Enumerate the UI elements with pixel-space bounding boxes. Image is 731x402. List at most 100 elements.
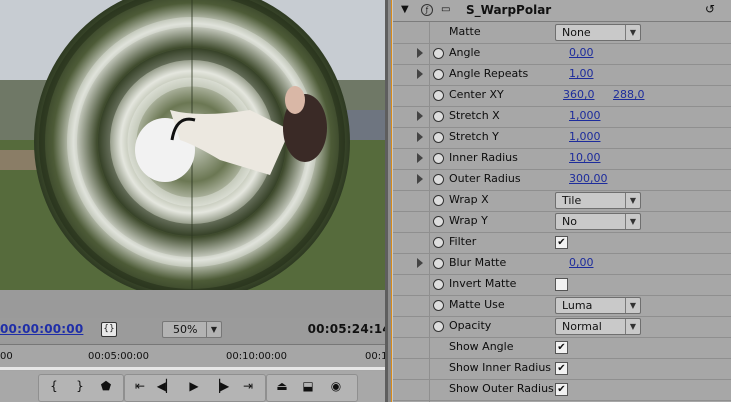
twirl-icon[interactable] [417,111,423,121]
param-checkbox[interactable]: ✔ [555,362,568,375]
param-dropdown[interactable]: Normal ▼ [555,318,641,335]
effect-controls-panel: ▼ ƒ ▭ S_WarpPolar ↺ Matte None ▼ Angle 0,00 A… [392,0,731,402]
chevron-down-icon: ▼ [625,298,640,313]
extract-icon[interactable]: ⬓ [296,376,320,396]
effect-header: ▼ ƒ ▭ S_WarpPolar ↺ [393,0,731,22]
twirl-open-icon[interactable]: ▼ [401,4,409,15]
param-label: Outer Radius [449,172,521,185]
video-preview[interactable] [0,0,385,290]
stopwatch-icon[interactable] [433,258,444,269]
panel-divider[interactable] [385,0,388,402]
current-timecode[interactable]: 00:00:00:00 [0,322,83,336]
reset-icon[interactable]: ↺ [705,2,715,16]
param-label: Matte [449,25,481,38]
dropdown-value: Normal [562,320,602,333]
play-icon[interactable]: ▶ [182,376,206,396]
param-label: Show Angle [449,340,514,353]
param-row-blur-matte: Blur Matte 0,00 [393,253,731,275]
timeline-track[interactable] [0,367,385,370]
goto-in-icon[interactable]: ⇤ [128,376,152,396]
time-ruler[interactable]: 00 00:05:00:00 00:10:00:00 00:1 [0,344,387,371]
chevron-down-icon: ▼ [206,322,221,337]
param-row-show-angle: Show Angle ✔ [393,337,731,359]
output-icon[interactable]: ◉ [324,376,348,396]
program-monitor: 00:00:00:00 {} 50% ▼ 00:05:24:14 00 00:0… [0,0,388,402]
step-forward-icon[interactable]: ▕▶ [208,376,232,396]
safe-margins-button[interactable]: {} [101,322,117,337]
param-dropdown[interactable]: Tile ▼ [555,192,641,209]
param-value[interactable]: 1,000 [569,130,601,143]
stopwatch-icon[interactable] [433,300,444,311]
param-dropdown[interactable]: Luma ▼ [555,297,641,314]
param-value-y[interactable]: 288,0 [613,88,645,101]
param-checkbox[interactable] [555,278,568,291]
twirl-icon[interactable] [417,69,423,79]
dropdown-value: No [562,215,577,228]
warped-video-frame [0,0,385,290]
stopwatch-icon[interactable] [433,237,444,248]
stopwatch-icon[interactable] [433,216,444,227]
param-checkbox[interactable]: ✔ [555,236,568,249]
ruler-label: 00:10:00:00 [226,351,288,362]
param-value[interactable]: 360,0 [563,88,595,101]
stopwatch-icon[interactable] [433,48,444,59]
param-row-center-xy: Center XY 360,0 288,0 [393,85,731,107]
param-dropdown[interactable]: None ▼ [555,24,641,41]
param-value[interactable]: 1,00 [569,67,594,80]
stopwatch-icon[interactable] [433,174,444,185]
param-label: Invert Matte [449,277,517,290]
dropdown-value: Tile [562,194,582,207]
fx-toggle-icon[interactable]: ƒ [421,4,433,16]
param-row-stretch-y: Stretch Y 1,000 [393,127,731,149]
stopwatch-icon[interactable] [433,111,444,122]
twirl-icon[interactable] [417,258,423,268]
param-checkbox[interactable]: ✔ [555,341,568,354]
param-value[interactable]: 0,00 [569,256,594,269]
timecode-bar: 00:00:00:00 {} 50% ▼ 00:05:24:14 [0,318,388,342]
param-label: Angle Repeats [449,67,529,80]
param-value[interactable]: 1,000 [569,109,601,122]
mark-in-icon[interactable]: { [42,376,66,396]
stopwatch-icon[interactable] [433,132,444,143]
twirl-icon[interactable] [417,48,423,58]
param-row-wrap-x: Wrap X Tile ▼ [393,190,731,212]
param-dropdown[interactable]: No ▼ [555,213,641,230]
param-value[interactable]: 10,00 [569,151,601,164]
param-label: Filter [449,235,477,248]
param-row-stretch-x: Stretch X 1,000 [393,106,731,128]
param-row-invert-matte: Invert Matte [393,274,731,296]
stopwatch-icon[interactable] [433,321,444,332]
param-label: Angle [449,46,481,59]
lift-icon[interactable]: ⏏ [270,376,294,396]
param-row-filter: Filter ✔ [393,232,731,254]
param-checkbox[interactable]: ✔ [555,383,568,396]
param-label: Wrap X [449,193,489,206]
twirl-icon[interactable] [417,153,423,163]
stopwatch-icon[interactable] [433,90,444,101]
stopwatch-icon[interactable] [433,279,444,290]
param-row-wrap-y: Wrap Y No ▼ [393,211,731,233]
twirl-icon[interactable] [417,132,423,142]
step-back-icon[interactable]: ◀▏ [154,376,178,396]
stopwatch-icon[interactable] [433,195,444,206]
zoom-value: 50% [173,323,198,336]
chevron-down-icon: ▼ [625,25,640,40]
chevron-down-icon: ▼ [625,193,640,208]
mark-out-icon[interactable]: } [68,376,92,396]
stopwatch-icon[interactable] [433,69,444,80]
param-row-angle-repeats: Angle Repeats 1,00 [393,64,731,86]
dropdown-value: Luma [562,299,593,312]
param-value[interactable]: 300,00 [569,172,608,185]
chevron-down-icon: ▼ [625,214,640,229]
param-label: Center XY [449,88,504,101]
transport-controls: { } ⬟ ⇤ ◀▏ ▶ ▕▶ ⇥ ⏏ ⬓ ◉ [0,371,385,402]
marker-icon[interactable]: ⬟ [94,376,118,396]
twirl-icon[interactable] [417,174,423,184]
ruler-label: 00 [0,351,13,362]
zoom-dropdown[interactable]: 50% ▼ [162,321,222,338]
chevron-down-icon: ▼ [625,319,640,334]
param-value[interactable]: 0,00 [569,46,594,59]
param-label: Show Inner Radius [449,361,552,374]
goto-out-icon[interactable]: ⇥ [236,376,260,396]
stopwatch-icon[interactable] [433,153,444,164]
